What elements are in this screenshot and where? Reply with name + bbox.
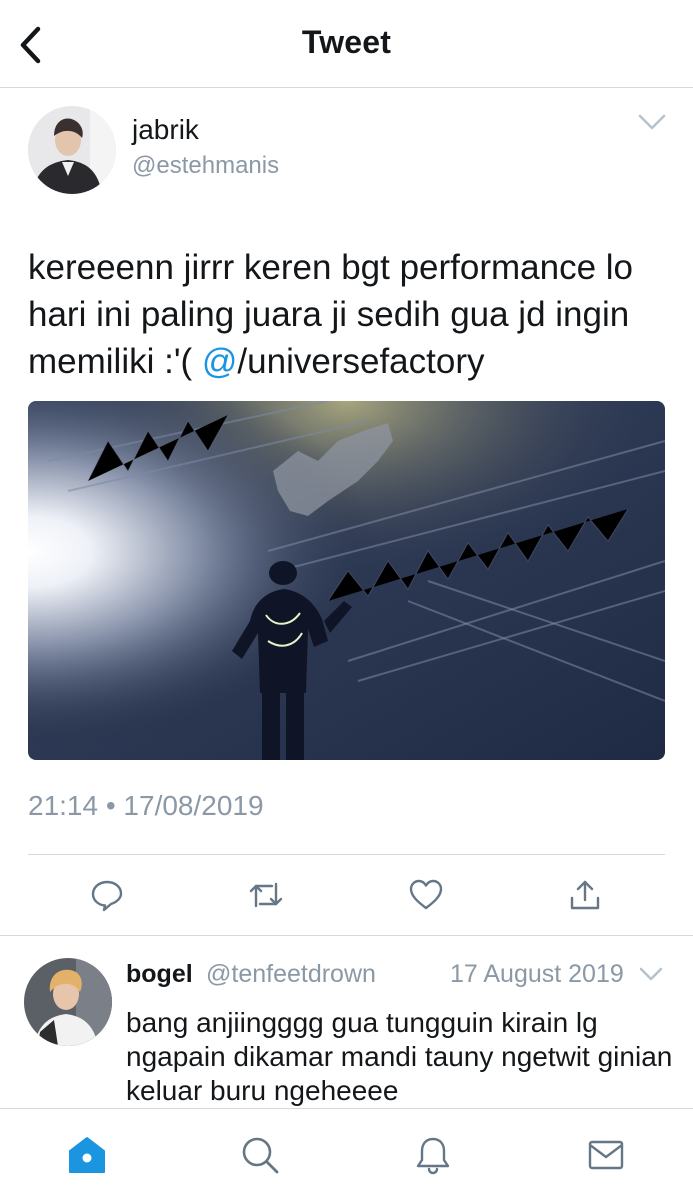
tweet-timestamp: 21:14 • 17/08/2019 — [28, 790, 264, 821]
reply-avatar[interactable] — [24, 958, 112, 1046]
top-nav-bar: Tweet — [0, 0, 693, 88]
tab-messages[interactable] — [582, 1131, 630, 1179]
author-avatar[interactable] — [28, 106, 116, 194]
home-icon — [69, 1137, 105, 1173]
retweet-button[interactable] — [246, 875, 286, 915]
search-icon — [242, 1137, 279, 1174]
page-title: Tweet — [301, 24, 392, 60]
share-icon — [570, 880, 600, 910]
tab-notifications[interactable] — [409, 1131, 457, 1179]
reply-text: bang anjiingggg gua tungguin kirain lg n… — [126, 1007, 673, 1106]
tweet-author: jabrik @estehmanis — [28, 106, 668, 196]
divider — [28, 854, 665, 855]
tweet-options-button[interactable] — [636, 110, 668, 134]
reply-options-button[interactable] — [638, 964, 664, 984]
reply-date: 17 August 2019 — [450, 960, 624, 988]
share-button[interactable] — [565, 875, 605, 915]
like-icon — [409, 879, 443, 910]
retweet-icon — [249, 882, 283, 908]
reply-icon — [91, 880, 123, 912]
reply-button[interactable] — [87, 875, 127, 915]
author-handle[interactable]: @estehmanis — [132, 152, 279, 180]
author-name[interactable]: jabrik — [132, 114, 199, 146]
reply-author-handle[interactable]: @tenfeetdrown — [206, 960, 376, 989]
mention-text[interactable]: /universefactory — [237, 342, 484, 381]
like-button[interactable] — [406, 875, 446, 915]
chevron-down-icon — [639, 967, 663, 981]
tweet-actions — [28, 875, 665, 915]
notifications-icon — [416, 1137, 450, 1175]
tweet-photo[interactable] — [28, 401, 665, 760]
messages-icon — [588, 1140, 624, 1170]
bottom-tab-bar — [0, 1108, 693, 1200]
author-avatar-image — [28, 106, 116, 194]
divider — [0, 935, 693, 936]
reply-author-name[interactable]: bogel — [126, 960, 193, 989]
tab-search[interactable] — [236, 1131, 284, 1179]
concert-photo — [28, 401, 665, 760]
reply-avatar-image — [24, 958, 112, 1046]
mention-at-symbol[interactable]: @ — [202, 342, 238, 381]
chevron-down-icon — [638, 114, 666, 130]
tweet-text: kereeenn jirrr keren bgt performance lo … — [28, 244, 668, 385]
tab-home[interactable] — [63, 1131, 111, 1179]
